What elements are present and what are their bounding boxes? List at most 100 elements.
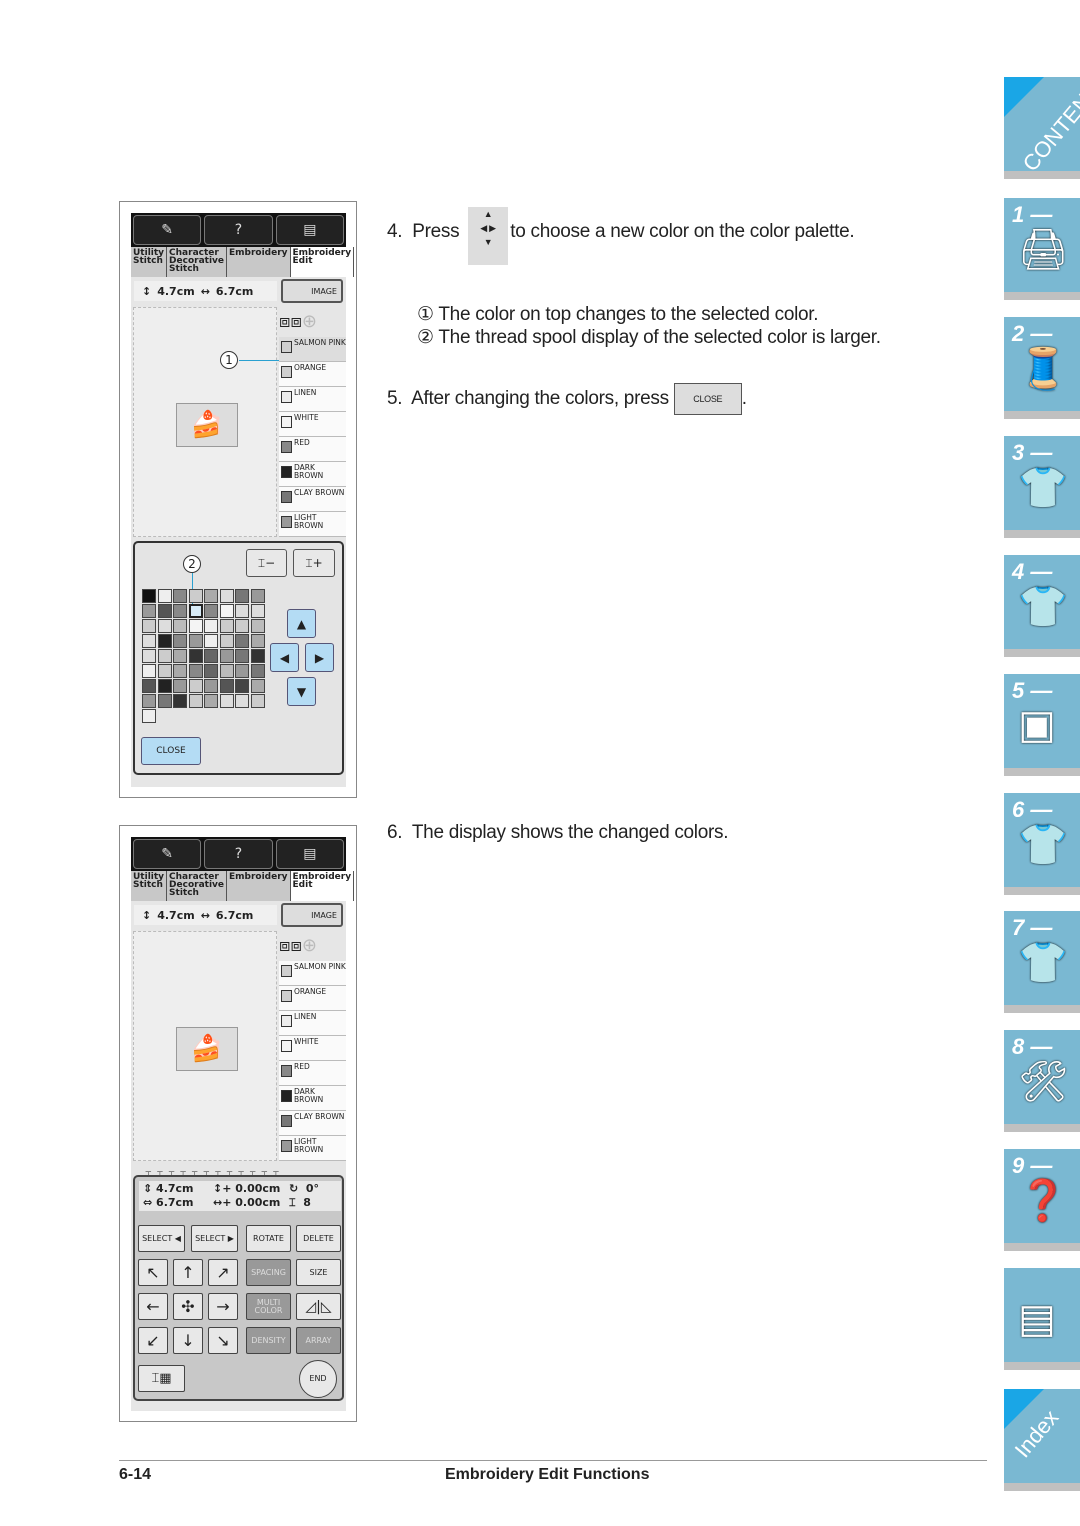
tab-character-decorative[interactable]: Character Decorative Stitch — [167, 871, 227, 901]
side-tab-chapter-6[interactable]: 6 — 👕 — [1004, 793, 1080, 887]
arrow-left-button[interactable]: ◀ — [270, 643, 299, 672]
thread-item[interactable]: DARK BROWN — [279, 462, 346, 487]
arrow-down-button[interactable]: ▼ — [287, 677, 316, 706]
palette-color-cell[interactable] — [173, 589, 187, 603]
palette-color-cell[interactable] — [250, 619, 265, 633]
image-button[interactable]: IMAGE — [281, 279, 343, 303]
palette-color-cell[interactable] — [219, 619, 234, 633]
side-tab-chapter-5[interactable]: 5 — ▣ — [1004, 674, 1080, 768]
help-icon[interactable]: ? — [204, 839, 273, 869]
move-arrow-button[interactable]: ← — [138, 1293, 168, 1320]
palette-color-cell[interactable] — [142, 694, 156, 708]
thread-item[interactable]: LINEN — [279, 1011, 346, 1036]
palette-color-cell[interactable] — [173, 619, 187, 633]
palette-color-cell[interactable] — [173, 634, 187, 648]
side-tab-chapter-3[interactable]: 3 — 👕 — [1004, 436, 1080, 530]
image-button[interactable]: IMAGE — [281, 903, 343, 927]
palette-color-cell[interactable] — [250, 634, 265, 648]
palette-color-cell[interactable] — [142, 679, 156, 693]
palette-color-cell[interactable] — [157, 649, 172, 663]
palette-color-cell[interactable] — [142, 589, 156, 603]
side-tab-chapter-1[interactable]: 1 — 🖨 — [1004, 198, 1080, 292]
palette-color-cell[interactable] — [188, 619, 203, 633]
palette-color-cell[interactable] — [142, 619, 156, 633]
tab-character-decorative[interactable]: Character Decorative Stitch — [167, 247, 227, 277]
settings-page-icon[interactable]: ▤ — [275, 215, 344, 245]
thread-item[interactable]: WHITE — [279, 412, 346, 437]
tab-embroidery[interactable]: Embroidery — [227, 871, 291, 901]
palette-color-cell[interactable] — [250, 694, 265, 708]
density-button[interactable]: DENSITY — [246, 1327, 291, 1354]
palette-color-cell[interactable] — [219, 649, 234, 663]
palette-color-cell[interactable] — [157, 589, 172, 603]
palette-color-cell[interactable] — [188, 634, 203, 648]
thread-item[interactable]: SALMON PINK — [279, 337, 346, 362]
palette-color-cell[interactable] — [235, 604, 249, 618]
spool-plus-button[interactable]: ⌶ + — [293, 549, 335, 577]
arrow-up-button[interactable]: ▲ — [287, 609, 316, 638]
palette-color-cell[interactable] — [204, 649, 218, 663]
move-arrow-button[interactable]: ↑ — [173, 1259, 203, 1286]
palette-color-cell[interactable] — [219, 589, 234, 603]
thread-item[interactable]: RED — [279, 1061, 346, 1086]
side-tab-chapter-8[interactable]: 8 — 🛠 — [1004, 1030, 1080, 1124]
palette-color-cell[interactable] — [204, 679, 218, 693]
spacing-button[interactable]: SPACING — [246, 1259, 291, 1286]
palette-color-cell[interactable] — [157, 604, 172, 618]
palette-color-cell[interactable] — [235, 664, 249, 678]
embroidery-icon[interactable]: ✎ — [133, 215, 202, 245]
side-tab-chapter-4[interactable]: 4 — 👕 — [1004, 555, 1080, 649]
palette-color-cell[interactable] — [173, 604, 187, 618]
thread-item[interactable]: CLAY BROWN — [279, 487, 346, 512]
palette-color-cell[interactable] — [157, 664, 172, 678]
palette-color-cell[interactable] — [219, 634, 234, 648]
palette-color-cell[interactable] — [235, 679, 249, 693]
palette-color-cell[interactable] — [142, 649, 156, 663]
thread-item[interactable]: SALMON PINK — [279, 961, 346, 986]
thread-item[interactable]: LIGHT BROWN — [279, 512, 346, 537]
palette-color-cell[interactable] — [250, 649, 265, 663]
thread-item[interactable]: ORANGE — [279, 986, 346, 1011]
palette-color-cell[interactable] — [157, 619, 172, 633]
tab-embroidery-edit[interactable]: Embroidery Edit — [290, 871, 355, 901]
palette-color-cell[interactable] — [219, 679, 234, 693]
settings-page-icon[interactable]: ▤ — [275, 839, 344, 869]
arrow-right-button[interactable]: ▶ — [305, 643, 334, 672]
palette-color-cell[interactable] — [235, 619, 249, 633]
move-arrow-button[interactable]: ↘ — [208, 1327, 238, 1354]
palette-color-cell[interactable] — [250, 664, 265, 678]
mirror-button[interactable]: ◿|◺ — [296, 1293, 341, 1320]
palette-color-cell[interactable] — [173, 664, 187, 678]
palette-color-cell[interactable] — [235, 694, 249, 708]
side-tab-pages[interactable]: ▤ — [1004, 1268, 1080, 1362]
move-arrow-button[interactable]: → — [208, 1293, 238, 1320]
thread-item[interactable]: DARK BROWN — [279, 1086, 346, 1111]
thread-item[interactable]: CLAY BROWN — [279, 1111, 346, 1136]
move-arrow-button[interactable]: ↙ — [138, 1327, 168, 1354]
palette-color-cell[interactable] — [188, 694, 203, 708]
close-button[interactable]: CLOSE — [141, 737, 201, 765]
tab-utility-stitch[interactable]: Utility Stitch — [131, 247, 168, 277]
palette-color-cell[interactable] — [173, 649, 187, 663]
palette-color-cell[interactable] — [204, 664, 218, 678]
side-tab-contents[interactable]: CONTENTS — [1004, 67, 1080, 176]
rotate-button[interactable]: ROTATE — [246, 1225, 291, 1252]
palette-color-cell[interactable] — [173, 679, 187, 693]
array-button[interactable]: ARRAY — [296, 1327, 341, 1354]
palette-color-cell[interactable] — [235, 634, 249, 648]
palette-color-cell[interactable] — [188, 649, 203, 663]
thread-item[interactable]: LINEN — [279, 387, 346, 412]
embroidery-icon[interactable]: ✎ — [133, 839, 202, 869]
size-button[interactable]: SIZE — [296, 1259, 341, 1286]
thread-item[interactable]: RED — [279, 437, 346, 462]
side-tab-chapter-9[interactable]: 9 — ❓ — [1004, 1149, 1080, 1243]
palette-color-cell[interactable] — [142, 709, 156, 723]
select-right-button[interactable]: SELECT ▶ — [191, 1225, 238, 1252]
side-tab-chapter-7[interactable]: 7 — 👕 — [1004, 911, 1080, 1005]
move-arrow-button[interactable]: ↓ — [173, 1327, 203, 1354]
palette-color-cell[interactable] — [157, 634, 172, 648]
palette-color-cell[interactable] — [235, 649, 249, 663]
move-arrow-button[interactable]: ↗ — [208, 1259, 238, 1286]
thread-item[interactable]: WHITE — [279, 1036, 346, 1061]
thread-item[interactable]: ORANGE — [279, 362, 346, 387]
